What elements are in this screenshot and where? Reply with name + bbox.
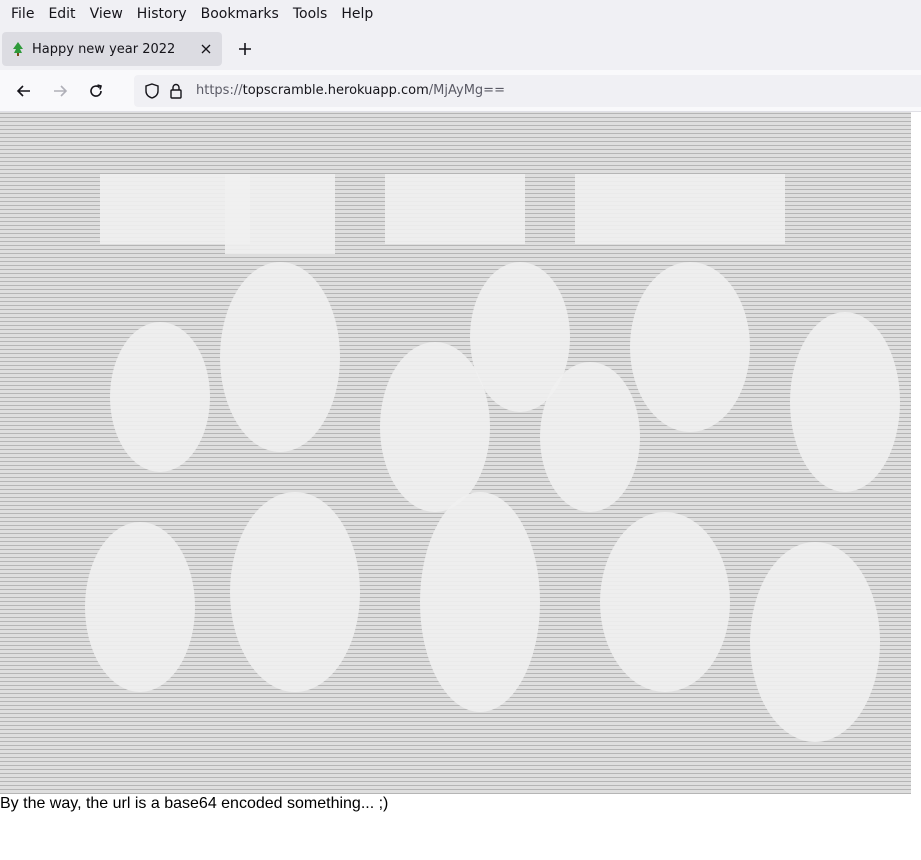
forward-arrow-icon[interactable] (44, 75, 76, 107)
ascii-art-figure-12 (750, 542, 880, 742)
tree-icon (12, 41, 24, 57)
url-scheme: https:// (196, 83, 243, 98)
ascii-art-glyph-2c (575, 174, 785, 244)
tab-strip: Happy new year 2022 (0, 28, 921, 70)
new-tab-button[interactable] (230, 34, 260, 64)
ascii-art-figure-2 (220, 262, 340, 452)
menu-bar: File Edit View History Bookmarks Tools H… (0, 0, 921, 28)
ascii-art-figure-11 (600, 512, 730, 692)
menu-history[interactable]: History (130, 0, 194, 28)
page-caption: By the way, the url is a base64 encoded … (0, 795, 389, 812)
menu-bookmarks[interactable]: Bookmarks (194, 0, 286, 28)
ascii-art-glyph-0 (225, 174, 335, 254)
ascii-art-figure-8 (85, 522, 195, 692)
back-arrow-icon[interactable] (8, 75, 40, 107)
ascii-art-figure-7 (790, 312, 900, 492)
menu-tools[interactable]: Tools (286, 0, 335, 28)
ascii-art-image (0, 112, 911, 794)
navigation-toolbar: https://topscramble.herokuapp.com/MjAyMg… (0, 70, 921, 112)
reload-icon[interactable] (80, 75, 112, 107)
tab-title: Happy new year 2022 (32, 41, 176, 57)
ascii-art-figure-1 (110, 322, 210, 472)
ascii-art-figure-5 (540, 362, 640, 512)
url-path: /MjAyMg== (428, 83, 505, 98)
menu-edit[interactable]: Edit (41, 0, 82, 28)
page-content: By the way, the url is a base64 encoded … (0, 112, 921, 860)
ascii-art-figure-6 (630, 262, 750, 432)
ascii-art-figure-9 (230, 492, 360, 692)
menu-view[interactable]: View (83, 0, 130, 28)
ascii-art-figure-10 (420, 492, 540, 712)
menu-file[interactable]: File (4, 0, 41, 28)
url-text[interactable]: https://topscramble.herokuapp.com/MjAyMg… (196, 83, 505, 98)
url-host: topscramble.herokuapp.com (242, 83, 429, 98)
url-bar[interactable]: https://topscramble.herokuapp.com/MjAyMg… (134, 74, 921, 107)
ascii-art-glyph-2b (385, 174, 525, 244)
lock-icon[interactable] (166, 81, 186, 101)
menu-help[interactable]: Help (334, 0, 380, 28)
close-icon[interactable] (198, 41, 214, 57)
tab-happy-new-year[interactable]: Happy new year 2022 (2, 32, 222, 66)
shield-icon[interactable] (142, 81, 162, 101)
